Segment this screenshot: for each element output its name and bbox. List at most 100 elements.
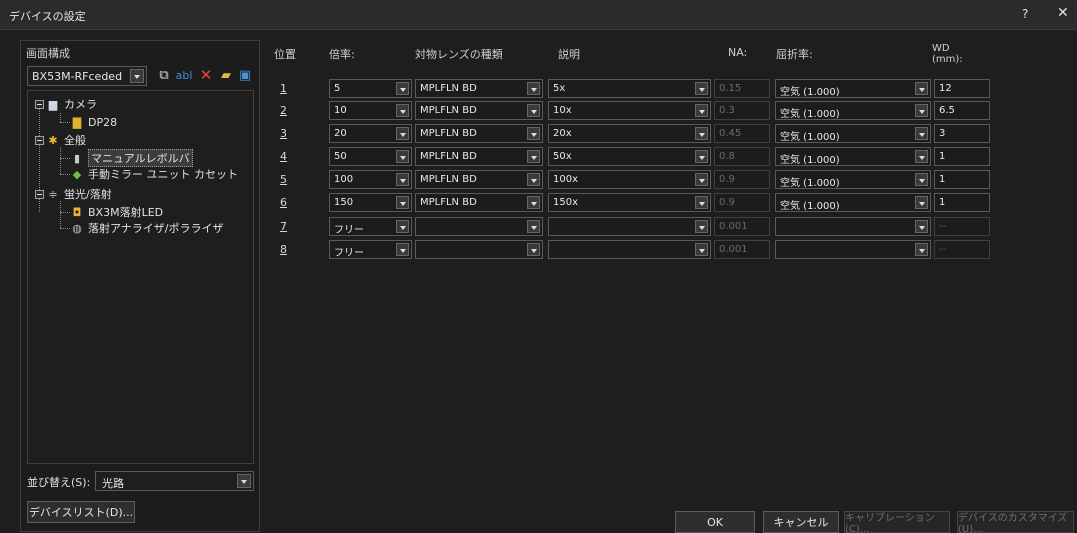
ri-cell[interactable]	[775, 217, 931, 236]
chevron-down-icon[interactable]	[915, 220, 928, 233]
chevron-down-icon[interactable]	[695, 150, 708, 163]
chevron-down-icon[interactable]	[396, 243, 409, 256]
chevron-down-icon[interactable]	[396, 127, 409, 140]
wd-cell[interactable]: 12	[934, 79, 990, 98]
wd-cell[interactable]: 1	[934, 193, 990, 212]
lens-cell[interactable]	[415, 240, 543, 259]
tree-item-mirror-unit[interactable]: ◆ 手動ミラー ユニット カセット	[70, 166, 238, 182]
chevron-down-icon[interactable]	[695, 127, 708, 140]
position-link[interactable]: 1	[280, 82, 287, 95]
mag-cell[interactable]: 100	[329, 170, 412, 189]
desc-cell[interactable]: 100x	[548, 170, 711, 189]
position-link[interactable]: 4	[280, 150, 287, 163]
tree-item-dp28[interactable]: ▇ DP28	[70, 114, 117, 130]
open-folder-icon[interactable]: ▰	[217, 66, 235, 84]
position-link[interactable]: 7	[280, 220, 287, 233]
copy-icon[interactable]: ⧉	[155, 66, 173, 84]
ri-cell[interactable]: 空気 (1.000)	[775, 79, 931, 98]
customize-device-button[interactable]: デバイスのカスタマイズ(U)...	[957, 511, 1074, 533]
chevron-down-icon[interactable]	[396, 150, 409, 163]
desc-cell[interactable]: 5x	[548, 79, 711, 98]
lens-cell[interactable]: MPLFLN BD	[415, 147, 543, 166]
close-icon[interactable]: ✕	[1057, 5, 1069, 21]
wd-cell[interactable]: 1	[934, 147, 990, 166]
desc-cell[interactable]: 150x	[548, 193, 711, 212]
ri-cell[interactable]: 空気 (1.000)	[775, 193, 931, 212]
na-cell[interactable]: 0.15	[714, 79, 770, 98]
na-cell[interactable]: 0.001	[714, 240, 770, 259]
profile-select[interactable]: BX53M-RFceded	[27, 66, 147, 86]
position-link[interactable]: 3	[280, 127, 287, 140]
na-cell[interactable]: 0.001	[714, 217, 770, 236]
na-cell[interactable]: 0.9	[714, 170, 770, 189]
mag-cell[interactable]: フリー	[329, 240, 412, 259]
chevron-down-icon[interactable]	[527, 173, 540, 186]
ri-cell[interactable]: 空気 (1.000)	[775, 147, 931, 166]
chevron-down-icon[interactable]	[527, 196, 540, 209]
delete-icon[interactable]: ✕	[197, 66, 215, 84]
chevron-down-icon[interactable]	[396, 82, 409, 95]
chevron-down-icon[interactable]	[396, 196, 409, 209]
chevron-down-icon[interactable]	[527, 150, 540, 163]
wd-cell[interactable]: --	[934, 217, 990, 236]
ri-cell[interactable]: 空気 (1.000)	[775, 101, 931, 120]
desc-cell[interactable]: 20x	[548, 124, 711, 143]
lens-cell[interactable]: MPLFLN BD	[415, 124, 543, 143]
tree-item-general[interactable]: ✱ 全般	[46, 132, 86, 148]
position-link[interactable]: 6	[280, 196, 287, 209]
lens-cell[interactable]: MPLFLN BD	[415, 193, 543, 212]
lens-cell[interactable]: MPLFLN BD	[415, 101, 543, 120]
chevron-down-icon[interactable]	[695, 196, 708, 209]
lens-cell[interactable]	[415, 217, 543, 236]
position-link[interactable]: 5	[280, 173, 287, 186]
chevron-down-icon[interactable]	[915, 196, 928, 209]
lens-cell[interactable]: MPLFLN BD	[415, 79, 543, 98]
chevron-down-icon[interactable]	[915, 82, 928, 95]
calibration-button[interactable]: キャリブレーション(C)...	[844, 511, 950, 533]
collapse-icon[interactable]	[35, 190, 44, 199]
chevron-down-icon[interactable]	[915, 173, 928, 186]
desc-cell[interactable]	[548, 240, 711, 259]
device-tree[interactable]: ▆ カメラ ▇ DP28 ✱ 全般 ▮ マニュアルレボルバ ◆ 手動ミラー ユニ…	[27, 90, 254, 464]
tree-item-led[interactable]: ◘ BX3M落射LED	[70, 204, 163, 220]
chevron-down-icon[interactable]	[527, 127, 540, 140]
ok-button[interactable]: OK	[675, 511, 755, 533]
na-cell[interactable]: 0.45	[714, 124, 770, 143]
tree-item-camera[interactable]: ▆ カメラ	[46, 96, 97, 112]
device-list-button[interactable]: デバイスリスト(D)...	[27, 501, 135, 523]
wd-cell[interactable]: 1	[934, 170, 990, 189]
mag-cell[interactable]: フリー	[329, 217, 412, 236]
lens-cell[interactable]: MPLFLN BD	[415, 170, 543, 189]
chevron-down-icon[interactable]	[915, 104, 928, 117]
chevron-down-icon[interactable]	[527, 82, 540, 95]
tree-item-polarizer[interactable]: ◍ 落射アナライザ/ポラライザ	[70, 220, 223, 236]
chevron-down-icon[interactable]	[695, 220, 708, 233]
sort-select[interactable]: 光路	[95, 471, 254, 491]
mag-cell[interactable]: 150	[329, 193, 412, 212]
ri-cell[interactable]: 空気 (1.000)	[775, 170, 931, 189]
na-cell[interactable]: 0.9	[714, 193, 770, 212]
cancel-button[interactable]: キャンセル	[763, 511, 839, 533]
tree-item-manual-revolver[interactable]: ▮ マニュアルレボルバ	[70, 149, 193, 167]
rename-icon[interactable]: abl	[173, 66, 195, 84]
chevron-down-icon[interactable]	[695, 243, 708, 256]
position-link[interactable]: 2	[280, 104, 287, 117]
desc-cell[interactable]: 50x	[548, 147, 711, 166]
save-icon[interactable]: ▣	[236, 66, 254, 84]
mag-cell[interactable]: 10	[329, 101, 412, 120]
chevron-down-icon[interactable]	[915, 243, 928, 256]
tree-item-fluorescence[interactable]: ≑ 蛍光/落射	[46, 186, 111, 202]
collapse-icon[interactable]	[35, 136, 44, 145]
chevron-down-icon[interactable]	[695, 82, 708, 95]
chevron-down-icon[interactable]	[237, 474, 251, 488]
na-cell[interactable]: 0.3	[714, 101, 770, 120]
wd-cell[interactable]: 6.5	[934, 101, 990, 120]
desc-cell[interactable]	[548, 217, 711, 236]
position-link[interactable]: 8	[280, 243, 287, 256]
desc-cell[interactable]: 10x	[548, 101, 711, 120]
chevron-down-icon[interactable]	[130, 69, 144, 83]
chevron-down-icon[interactable]	[527, 243, 540, 256]
chevron-down-icon[interactable]	[695, 173, 708, 186]
mag-cell[interactable]: 20	[329, 124, 412, 143]
wd-cell[interactable]: 3	[934, 124, 990, 143]
